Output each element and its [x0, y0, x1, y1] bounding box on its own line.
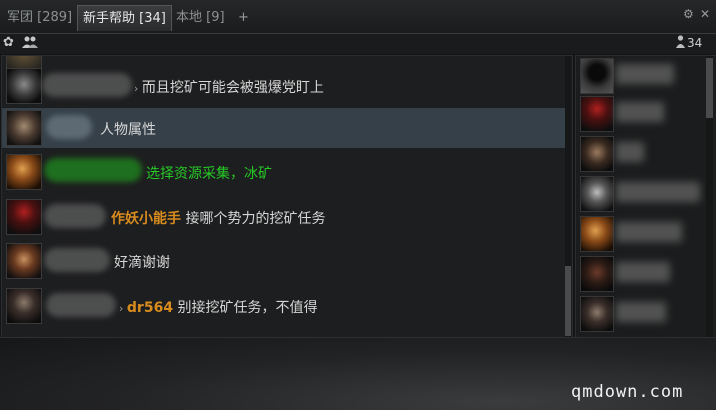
- avatar[interactable]: [6, 154, 42, 190]
- channel-settings-gear-icon[interactable]: ✿: [3, 35, 14, 50]
- member-avatar[interactable]: [580, 58, 614, 94]
- redacted-sender-name: [44, 158, 142, 182]
- redacted-member-name: [616, 222, 682, 242]
- chat-message: 作妖小能手 接哪个势力的挖矿任务: [2, 197, 565, 237]
- add-tab-button[interactable]: +: [238, 10, 249, 25]
- member-count-value: 34: [687, 36, 703, 50]
- message-text: 人物属性: [100, 122, 156, 138]
- message-text: 作妖小能手 接哪个势力的挖矿任务: [111, 211, 326, 227]
- redacted-member-name: [616, 102, 664, 122]
- avatar[interactable]: [6, 110, 42, 146]
- member-list-scrollbar[interactable]: [706, 56, 713, 337]
- chat-scrollbar-thumb[interactable]: [565, 266, 571, 336]
- redacted-sender-name: [46, 293, 116, 317]
- message-text: › 而且挖矿可能会被强爆党盯上: [134, 80, 324, 96]
- member-list[interactable]: [575, 55, 716, 338]
- redacted-sender-name: [44, 248, 110, 272]
- sender-name[interactable]: dr564: [127, 300, 173, 316]
- window-close-icon[interactable]: ✕: [700, 7, 710, 21]
- chat-message: › 而且挖矿可能会被强爆党盯上: [2, 66, 565, 106]
- redacted-member-name: [616, 262, 670, 282]
- channel-toolbar: ✿ 34: [0, 34, 716, 54]
- chat-scrollbar[interactable]: [565, 56, 571, 337]
- channel-members-icon[interactable]: [22, 35, 38, 53]
- message-text: 好滴谢谢: [114, 255, 170, 271]
- person-icon: [676, 35, 685, 51]
- redacted-member-name: [616, 182, 700, 202]
- avatar[interactable]: [6, 68, 42, 104]
- member-avatar[interactable]: [580, 176, 614, 212]
- avatar[interactable]: [6, 243, 42, 279]
- redacted-member-name: [616, 64, 674, 84]
- tab-corporation[interactable]: 军团 [289]: [2, 5, 77, 31]
- member-avatar[interactable]: [580, 216, 614, 252]
- redacted-member-name: [616, 142, 644, 162]
- avatar[interactable]: [6, 199, 42, 235]
- chat-message: 好滴谢谢: [2, 241, 565, 281]
- chat-message: › dr564 别接挖矿任务，不值得: [2, 286, 565, 326]
- tab-newbie-help[interactable]: 新手帮助 [34]: [77, 5, 172, 31]
- redacted-sender-name: [42, 73, 132, 97]
- redacted-member-name: [616, 302, 666, 322]
- redacted-sender-name: [46, 115, 92, 139]
- member-avatar[interactable]: [580, 96, 614, 132]
- member-avatar[interactable]: [580, 256, 614, 292]
- redacted-sender-name: [44, 204, 106, 228]
- message-text: › dr564 别接挖矿任务，不值得: [119, 300, 318, 316]
- chat-message-list[interactable]: › 而且挖矿可能会被强爆党盯上 人物属性 选择资源采集，冰矿 作妖小能手 接哪个…: [1, 55, 573, 338]
- sender-name[interactable]: 作妖小能手: [111, 211, 181, 227]
- member-avatar[interactable]: [580, 136, 614, 172]
- message-text: 选择资源采集，冰矿: [146, 166, 272, 182]
- chat-message: 选择资源采集，冰矿: [2, 152, 565, 192]
- tab-local[interactable]: 本地 [9]: [171, 5, 230, 31]
- avatar[interactable]: [6, 288, 42, 324]
- channel-tab-bar: 军团 [289] 新手帮助 [34] 本地 [9] + ⚙ ✕: [0, 0, 716, 34]
- watermark: qmdown.com: [571, 382, 684, 402]
- member-avatar[interactable]: [580, 296, 614, 332]
- member-list-scrollbar-thumb[interactable]: [706, 58, 713, 118]
- window-settings-icon[interactable]: ⚙: [683, 7, 694, 21]
- member-count: 34: [676, 35, 703, 50]
- chat-message: 人物属性: [2, 108, 565, 148]
